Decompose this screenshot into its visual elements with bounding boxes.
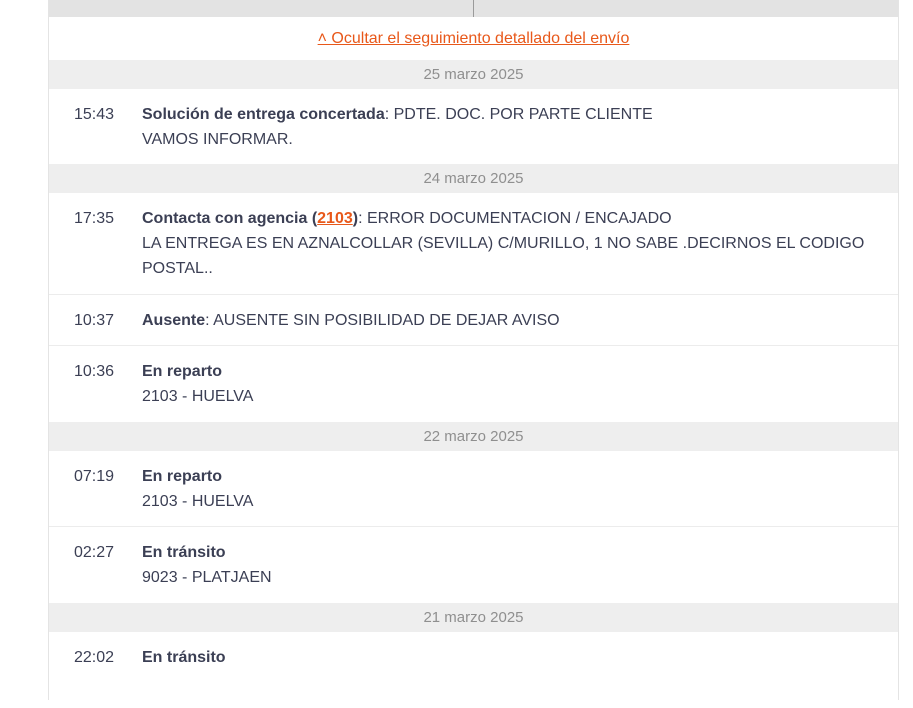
- tracking-event: 10:36 En reparto 2103 - HUELVA: [49, 346, 898, 422]
- toggle-row: ˄ Ocultar el seguimiento detallado del e…: [49, 17, 898, 60]
- event-time: 10:36: [74, 363, 115, 380]
- event-description: En reparto 2103 - HUELVA: [142, 359, 898, 422]
- agency-link[interactable]: 2103: [317, 210, 353, 227]
- event-line2: 2103 - HUELVA: [142, 493, 254, 510]
- date-label: 24 marzo 2025: [423, 170, 524, 187]
- event-time: 17:35: [74, 210, 115, 227]
- event-line2: LA ENTREGA ES EN AZNALCOLLAR (SEVILLA) C…: [142, 235, 865, 277]
- tracking-event: 17:35 Contacta con agencia (2103): ERROR…: [49, 193, 898, 295]
- event-title: En reparto: [142, 363, 223, 380]
- tracking-panel: ˄ Ocultar el seguimiento detallado del e…: [48, 0, 899, 700]
- date-label: 22 marzo 2025: [423, 428, 524, 445]
- tracking-event: 07:19 En reparto 2103 - HUELVA: [49, 451, 898, 527]
- date-header: 25 marzo 2025: [49, 60, 898, 89]
- top-bar: [49, 0, 898, 17]
- event-title: En tránsito: [142, 649, 226, 666]
- date-label: 21 marzo 2025: [423, 609, 524, 626]
- event-title: En tránsito: [142, 544, 226, 561]
- event-detail: : AUSENTE SIN POSIBILIDAD DE DEJAR AVISO: [205, 312, 560, 329]
- event-line2: 2103 - HUELVA: [142, 388, 254, 405]
- tracking-event: 15:43 Solución de entrega concertada: PD…: [49, 89, 898, 164]
- event-detail: : PDTE. DOC. POR PARTE CLIENTE: [384, 106, 653, 123]
- date-header: 21 marzo 2025: [49, 603, 898, 632]
- event-detail: : ERROR DOCUMENTACION / ENCAJADO: [358, 210, 672, 227]
- event-description: En reparto 2103 - HUELVA: [142, 464, 898, 526]
- event-time: 22:02: [74, 649, 115, 666]
- event-line2: 9023 - PLATJAEN: [142, 569, 272, 586]
- date-label: 25 marzo 2025: [423, 66, 524, 83]
- date-header: 24 marzo 2025: [49, 164, 898, 193]
- event-title: Ausente: [142, 312, 206, 329]
- event-time: 10:37: [74, 312, 115, 329]
- date-header: 22 marzo 2025: [49, 422, 898, 451]
- event-title-prefix: Contacta con agencia (: [142, 210, 318, 227]
- event-description: En tránsito: [142, 645, 898, 708]
- event-line2: VAMOS INFORMAR.: [142, 131, 293, 148]
- top-bar-divider: [473, 0, 474, 17]
- tracking-event: 02:27 En tránsito 9023 - PLATJAEN: [49, 527, 898, 603]
- event-time: 15:43: [74, 106, 115, 123]
- event-title: Contacta con agencia (2103): [142, 210, 358, 227]
- event-description: Solución de entrega concertada: PDTE. DO…: [142, 102, 898, 164]
- event-title: Solución de entrega concertada: [142, 106, 385, 123]
- event-title: En reparto: [142, 468, 223, 485]
- event-time: 07:19: [74, 468, 115, 485]
- event-time: 02:27: [74, 544, 115, 561]
- event-description: Contacta con agencia (2103): ERROR DOCUM…: [142, 206, 898, 294]
- tracking-event: 22:02 En tránsito: [49, 632, 898, 708]
- tracking-event: 10:37 Ausente: AUSENTE SIN POSIBILIDAD D…: [49, 295, 898, 346]
- hide-detailed-tracking-link[interactable]: ˄ Ocultar el seguimiento detallado del e…: [318, 30, 630, 48]
- event-description: Ausente: AUSENTE SIN POSIBILIDAD DE DEJA…: [142, 308, 898, 345]
- event-description: En tránsito 9023 - PLATJAEN: [142, 540, 898, 603]
